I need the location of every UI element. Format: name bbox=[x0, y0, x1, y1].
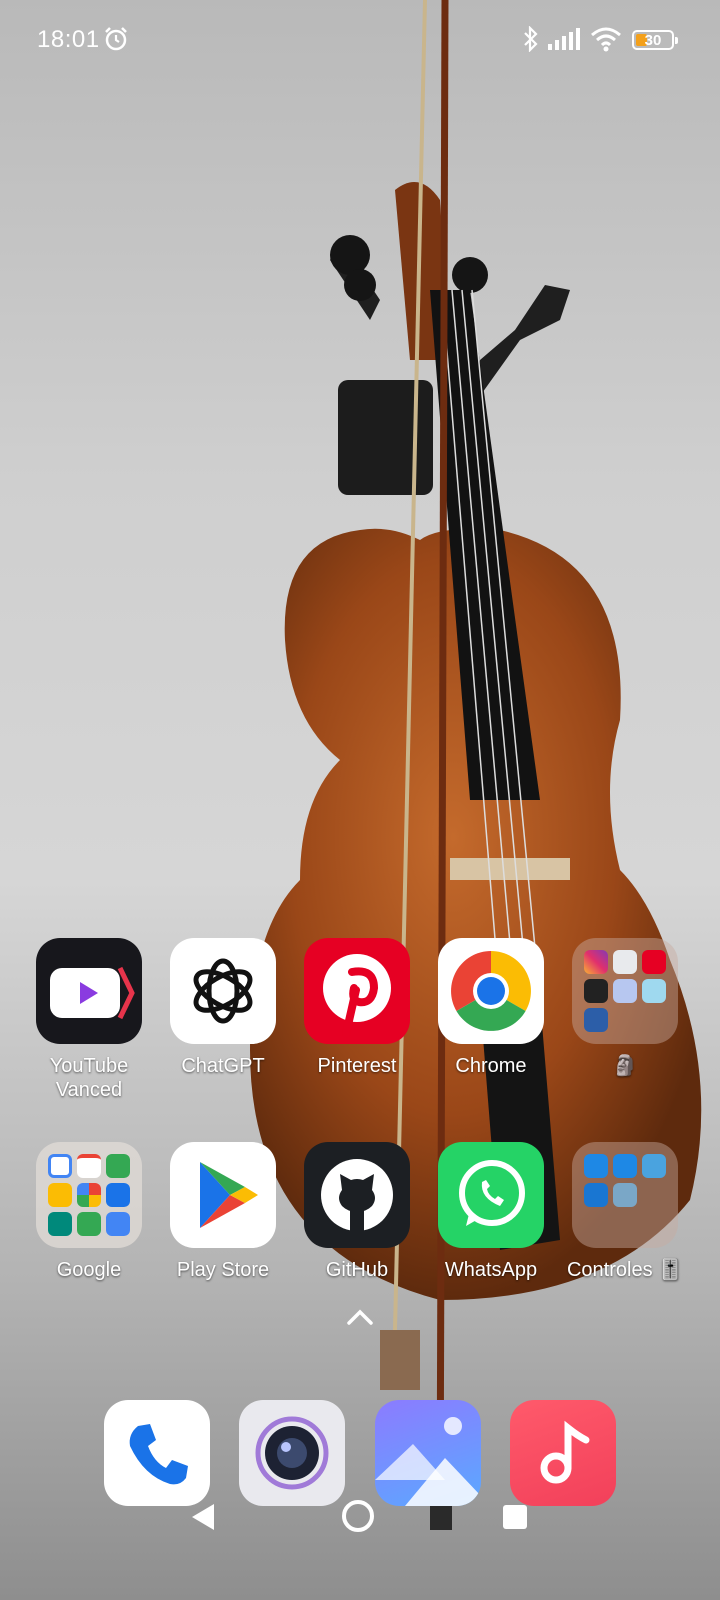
wallpaper-violin bbox=[250, 0, 702, 1531]
app-label: Pinterest bbox=[317, 1055, 397, 1077]
contacts-icon bbox=[106, 1183, 130, 1207]
translate-icon bbox=[613, 950, 637, 974]
play-store-icon bbox=[170, 1142, 276, 1248]
dock-gallery[interactable] bbox=[375, 1400, 481, 1506]
app-youtube-vanced[interactable]: YouTube Vanced bbox=[22, 938, 156, 1102]
tv-remote-icon bbox=[584, 1154, 608, 1178]
folder-moai[interactable]: 🗿 bbox=[558, 938, 692, 1078]
weather-icon bbox=[642, 1154, 666, 1178]
dock-music[interactable] bbox=[510, 1400, 616, 1506]
home-icon[interactable] bbox=[340, 1498, 376, 1534]
whatsapp-icon bbox=[438, 1142, 544, 1248]
google-icon bbox=[48, 1154, 72, 1178]
drive-icon bbox=[48, 1183, 72, 1207]
controls-folder-icon bbox=[572, 1142, 678, 1248]
app-label: GitHub bbox=[325, 1259, 389, 1281]
app-chrome[interactable]: Chrome bbox=[424, 938, 558, 1078]
google-folder-icon bbox=[36, 1142, 142, 1248]
alarm-icon bbox=[105, 27, 127, 51]
dock-camera[interactable] bbox=[239, 1400, 345, 1506]
photos-icon bbox=[77, 1183, 101, 1207]
meet-icon bbox=[48, 1212, 72, 1236]
signal-icon bbox=[548, 28, 580, 50]
game-icon bbox=[613, 979, 637, 1003]
app-chatgpt[interactable]: ChatGPT bbox=[156, 938, 290, 1078]
app-pinterest[interactable]: Pinterest bbox=[290, 938, 424, 1078]
github-icon bbox=[304, 1142, 410, 1248]
youtube-vanced-icon bbox=[36, 938, 142, 1044]
sigma-icon bbox=[584, 1008, 608, 1032]
camera-icon bbox=[255, 1416, 329, 1490]
recents-icon[interactable] bbox=[502, 1504, 528, 1530]
bird-icon bbox=[642, 979, 666, 1003]
folder-controles[interactable]: Controles 🎚️ bbox=[558, 1142, 692, 1282]
battery-icon: 30 bbox=[632, 30, 678, 50]
folder-icon bbox=[572, 938, 678, 1044]
remote-icon bbox=[613, 1154, 637, 1178]
chevron-up-icon[interactable] bbox=[346, 1308, 374, 1326]
status-bar: 18:01 30 bbox=[0, 0, 720, 80]
folder-label: Google bbox=[56, 1259, 122, 1281]
music-control-icon bbox=[584, 1183, 608, 1207]
battery-level: 30 bbox=[644, 32, 662, 49]
app-label: ChatGPT bbox=[181, 1055, 265, 1077]
chatgpt-icon bbox=[170, 938, 276, 1044]
phone-icon bbox=[129, 1424, 188, 1485]
folder-label: 🗿 bbox=[612, 1055, 638, 1077]
instagram-icon bbox=[584, 950, 608, 974]
bluetooth-icon bbox=[524, 26, 538, 52]
docs-icon bbox=[106, 1212, 130, 1236]
app-label: WhatsApp bbox=[444, 1259, 538, 1281]
music-icon bbox=[540, 1420, 590, 1484]
app-label: YouTube Vanced bbox=[49, 1055, 129, 1101]
app-label: Play Store bbox=[176, 1259, 270, 1281]
gmail-icon bbox=[77, 1154, 101, 1178]
gallery-icon bbox=[375, 1417, 481, 1506]
app-github[interactable]: GitHub bbox=[290, 1142, 424, 1282]
wifi-icon bbox=[591, 27, 621, 52]
back-icon[interactable] bbox=[190, 1502, 216, 1532]
picture-icon bbox=[613, 1183, 637, 1207]
pinterest-mini-icon bbox=[642, 950, 666, 974]
chrome-icon bbox=[438, 938, 544, 1044]
app-play-store[interactable]: Play Store bbox=[156, 1142, 290, 1282]
app-label: Chrome bbox=[455, 1055, 527, 1077]
folder-label: Controles 🎚️ bbox=[566, 1259, 684, 1281]
clock-time: 18:01 bbox=[37, 26, 100, 53]
pinterest-icon bbox=[304, 938, 410, 1044]
app-whatsapp[interactable]: WhatsApp bbox=[424, 1142, 558, 1282]
maps-icon bbox=[106, 1154, 130, 1178]
player-icon bbox=[584, 979, 608, 1003]
one-icon bbox=[77, 1212, 101, 1236]
dock-phone[interactable] bbox=[104, 1400, 210, 1506]
folder-google[interactable]: Google bbox=[22, 1142, 156, 1282]
